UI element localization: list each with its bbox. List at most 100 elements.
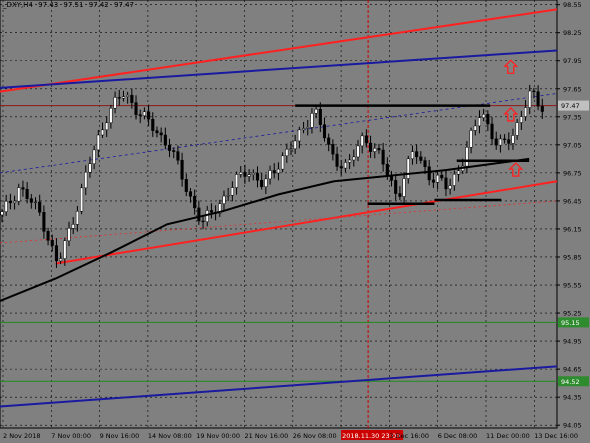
candle-body xyxy=(410,151,415,160)
candle-body xyxy=(42,211,46,232)
candle-body xyxy=(25,188,29,199)
x-tick-label: 13 Dec 16:00 xyxy=(534,432,578,440)
candle-body xyxy=(209,210,213,213)
candle-body xyxy=(364,135,368,144)
candle-body xyxy=(343,162,347,169)
candle-body xyxy=(532,90,536,93)
candle-body xyxy=(201,220,205,223)
candle-body xyxy=(482,113,486,118)
price-chart[interactable]: 98.55 98.25 97.95 97.65 97.35 97.05 96.75 96.45… xyxy=(0,0,590,443)
candle-body xyxy=(138,114,142,116)
candle-body xyxy=(373,148,377,152)
price-label-text: 94.52 xyxy=(561,378,580,386)
candle-body xyxy=(540,105,544,112)
candle-body xyxy=(276,168,280,174)
candle-body xyxy=(59,258,63,262)
candle-body xyxy=(448,185,452,190)
candle-body xyxy=(498,138,502,146)
candle-body xyxy=(38,201,42,213)
candle-body xyxy=(126,94,130,97)
candle-body xyxy=(88,163,92,173)
candle-body xyxy=(477,117,482,127)
candle-body xyxy=(360,135,364,147)
candle-body xyxy=(356,145,360,158)
candle-body xyxy=(281,155,285,170)
x-tick-label: 6 Dec 08:00 xyxy=(438,432,478,440)
candle-body xyxy=(180,159,184,180)
y-tick-label: 98.55 xyxy=(563,1,582,9)
candle-body xyxy=(272,170,276,174)
candle-body xyxy=(486,113,490,125)
candle-body xyxy=(184,179,188,192)
candle-body xyxy=(251,172,255,175)
candle-body xyxy=(75,210,79,225)
chart-background xyxy=(0,0,590,443)
x-tick-label: 7 Nov 00:00 xyxy=(51,432,91,440)
y-tick-label: 97.65 xyxy=(563,85,582,93)
y-tick-label: 97.95 xyxy=(563,57,582,65)
candle-body xyxy=(50,240,54,246)
x-tick-label: 26 Nov 08:00 xyxy=(293,432,337,440)
candle-body xyxy=(406,158,410,179)
candle-body xyxy=(318,109,322,125)
candle-body xyxy=(511,135,515,144)
candle-body xyxy=(163,134,167,146)
candle-body xyxy=(515,122,519,136)
x-tick-label: 21 Nov 16:00 xyxy=(245,432,289,440)
candle-body xyxy=(21,187,25,190)
candle-body xyxy=(264,178,268,188)
candle-body xyxy=(8,200,12,204)
candle-body xyxy=(419,156,423,161)
candle-body xyxy=(0,211,4,216)
y-tick-label: 97.05 xyxy=(563,141,582,149)
ohlc-close: 97.47 xyxy=(113,1,135,9)
candle-body xyxy=(310,113,314,128)
candle-body xyxy=(230,187,234,196)
candle-body xyxy=(147,111,151,120)
candle-body xyxy=(167,144,172,151)
candle-body xyxy=(293,140,297,150)
candle-body xyxy=(536,91,540,107)
y-tick-label: 94.65 xyxy=(563,366,582,374)
candle-body xyxy=(117,97,121,99)
candle-body xyxy=(71,224,75,229)
candle-body xyxy=(29,198,33,203)
candle-body xyxy=(507,139,511,144)
y-tick-label: 94.35 xyxy=(563,394,582,402)
candle-body xyxy=(369,142,373,152)
candle-body xyxy=(33,201,38,204)
y-tick-label: 94.05 xyxy=(563,422,582,430)
candle-body xyxy=(176,151,180,161)
candle-body xyxy=(385,163,389,176)
price-label-text: 95.15 xyxy=(561,319,580,327)
candle-body xyxy=(197,207,201,222)
candle-body xyxy=(469,130,473,148)
candle-body xyxy=(84,171,88,189)
chart-header: _DXY,H4 97.43 97.51 97.42 97.47 xyxy=(3,1,137,9)
x-tick-label: 14 Nov 08:00 xyxy=(148,432,192,440)
candle-body xyxy=(423,160,427,168)
candle-body xyxy=(322,124,327,139)
candle-body xyxy=(452,173,456,186)
candle-body xyxy=(63,240,67,259)
y-tick-label: 95.25 xyxy=(563,310,582,318)
candle-body xyxy=(222,195,226,204)
candle-body xyxy=(193,195,197,209)
candle-body xyxy=(268,170,272,180)
candle-body xyxy=(339,166,343,169)
chart-window[interactable]: 98.55 98.25 97.95 97.65 97.35 97.05 96.75 96.45… xyxy=(0,0,590,443)
candle-body xyxy=(402,178,406,197)
candle-body xyxy=(142,111,146,116)
ohlc-low: 97.42 xyxy=(88,1,109,9)
candle-body xyxy=(456,170,461,175)
x-tick-label: 11 Dec 00:00 xyxy=(486,432,530,440)
candle-body xyxy=(440,174,444,179)
candle-body xyxy=(302,128,306,131)
candle-body xyxy=(46,231,50,241)
candle-body xyxy=(17,187,21,202)
candle-body xyxy=(523,107,528,117)
candle-body xyxy=(96,134,100,151)
candle-body xyxy=(80,187,84,212)
candle-body xyxy=(327,137,331,145)
candle-body xyxy=(473,125,477,131)
